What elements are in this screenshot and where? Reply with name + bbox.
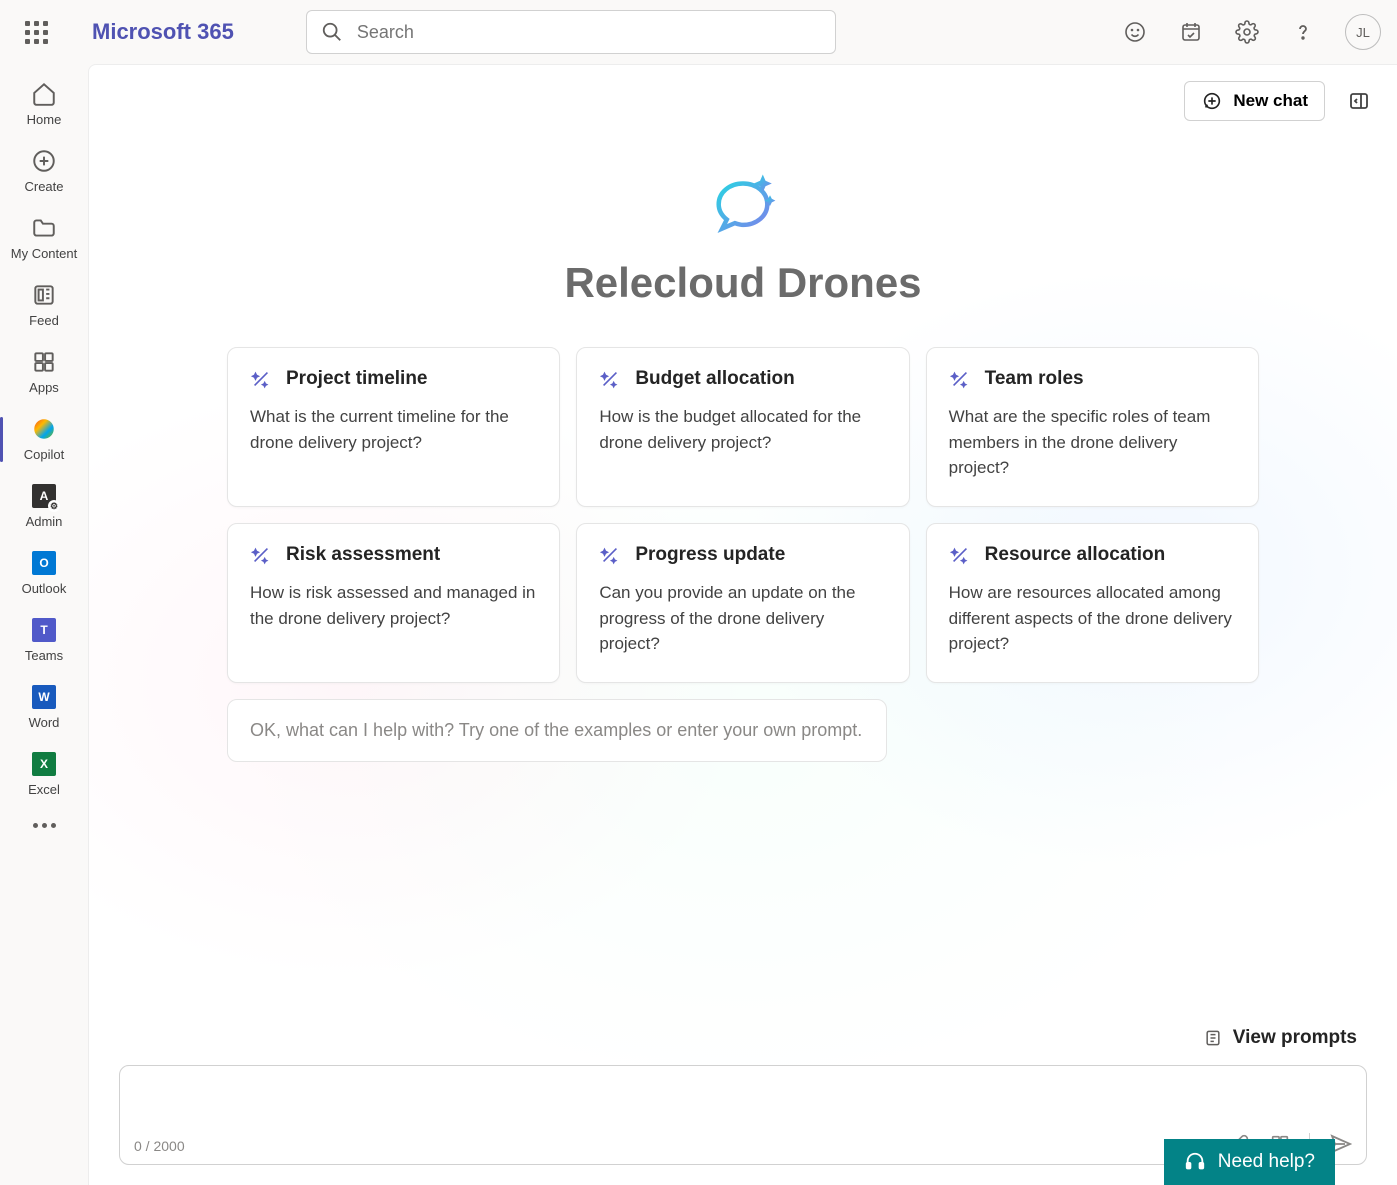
card-body: How is risk assessed and managed in the …: [250, 580, 537, 631]
teams-icon: T: [30, 616, 58, 644]
create-icon: [30, 147, 58, 175]
wand-icon: [599, 368, 621, 390]
prompt-cards-grid: Project timeline What is the current tim…: [203, 307, 1283, 683]
prompt-card[interactable]: Team roles What are the specific roles o…: [926, 347, 1259, 507]
sidebar-item-word[interactable]: W Word: [4, 675, 84, 740]
sidebar-item-label: Copilot: [24, 447, 64, 462]
wand-icon: [250, 368, 272, 390]
card-title: Team roles: [985, 368, 1084, 390]
view-prompts-button[interactable]: View prompts: [1203, 1021, 1357, 1055]
search-input[interactable]: [357, 22, 821, 43]
card-title: Resource allocation: [985, 544, 1166, 566]
settings-gear-icon[interactable]: [1225, 10, 1269, 54]
card-title: Progress update: [635, 544, 785, 566]
folder-icon: [30, 214, 58, 242]
card-body: What are the specific roles of team memb…: [949, 404, 1236, 481]
admin-icon: A⚙: [30, 482, 58, 510]
copilot-icon: [30, 415, 58, 443]
copilot-chat-icon: [698, 161, 788, 251]
sidebar-item-label: Outlook: [22, 581, 67, 596]
helper-row: OK, what can I help with? Try one of the…: [203, 699, 1283, 762]
sidebar-item-apps[interactable]: Apps: [4, 340, 84, 405]
view-prompts-label: View prompts: [1233, 1027, 1357, 1049]
prompt-card[interactable]: Budget allocation How is the budget allo…: [576, 347, 909, 507]
sidebar: Home Create My Content Feed Apps: [0, 64, 88, 1185]
word-icon: W: [30, 683, 58, 711]
brand-title[interactable]: Microsoft 365: [92, 19, 234, 45]
search-box[interactable]: [306, 10, 836, 54]
excel-icon: X: [30, 750, 58, 778]
need-help-label: Need help?: [1218, 1151, 1315, 1173]
app-launcher-icon[interactable]: [16, 12, 56, 52]
wand-icon: [949, 368, 971, 390]
emoji-icon[interactable]: [1113, 10, 1157, 54]
page-title: Relecloud Drones: [564, 259, 921, 307]
sidebar-item-label: Excel: [28, 782, 60, 797]
prompt-card[interactable]: Risk assessment How is risk assessed and…: [227, 523, 560, 683]
card-body: Can you provide an update on the progres…: [599, 580, 886, 657]
home-icon: [30, 80, 58, 108]
avatar[interactable]: JL: [1345, 14, 1381, 50]
card-body: How are resources allocated among differ…: [949, 580, 1236, 657]
hero: Relecloud Drones: [89, 121, 1397, 307]
headset-icon: [1184, 1151, 1206, 1173]
wand-icon: [949, 544, 971, 566]
need-help-button[interactable]: Need help?: [1164, 1139, 1335, 1185]
sidebar-item-home[interactable]: Home: [4, 72, 84, 137]
tasks-icon[interactable]: [1169, 10, 1213, 54]
new-chat-label: New chat: [1233, 91, 1308, 111]
help-icon[interactable]: [1281, 10, 1325, 54]
card-body: What is the current timeline for the dro…: [250, 404, 537, 455]
prompt-card[interactable]: Resource allocation How are resources al…: [926, 523, 1259, 683]
sidebar-item-feed[interactable]: Feed: [4, 273, 84, 338]
search-icon: [321, 21, 343, 43]
sidebar-item-create[interactable]: Create: [4, 139, 84, 204]
helper-text: OK, what can I help with? Try one of the…: [227, 699, 887, 762]
sidebar-item-mycontent[interactable]: My Content: [4, 206, 84, 271]
wand-icon: [599, 544, 621, 566]
new-chat-icon: [1201, 90, 1223, 112]
prompts-icon: [1203, 1028, 1223, 1048]
wand-icon: [250, 544, 272, 566]
sidebar-item-label: Home: [27, 112, 62, 127]
card-body: How is the budget allocated for the dron…: [599, 404, 886, 455]
new-chat-button[interactable]: New chat: [1184, 81, 1325, 121]
sidebar-item-label: My Content: [11, 246, 77, 261]
card-title: Risk assessment: [286, 544, 440, 566]
prompt-card[interactable]: Progress update Can you provide an updat…: [576, 523, 909, 683]
main-content: New chat Relecloud Drones: [88, 64, 1397, 1185]
char-counter: 0 / 2000: [134, 1138, 185, 1154]
outlook-icon: O: [30, 549, 58, 577]
sidebar-item-teams[interactable]: T Teams: [4, 608, 84, 673]
sidebar-item-label: Feed: [29, 313, 59, 328]
topbar: New chat: [89, 65, 1397, 121]
sidebar-item-label: Create: [24, 179, 63, 194]
sidebar-item-label: Teams: [25, 648, 63, 663]
sidebar-item-copilot[interactable]: Copilot: [4, 407, 84, 472]
prompt-card[interactable]: Project timeline What is the current tim…: [227, 347, 560, 507]
sidebar-item-admin[interactable]: A⚙ Admin: [4, 474, 84, 539]
sidebar-item-label: Word: [29, 715, 60, 730]
apps-icon: [30, 348, 58, 376]
sidebar-item-excel[interactable]: X Excel: [4, 742, 84, 807]
panel-collapse-icon[interactable]: [1341, 83, 1377, 119]
sidebar-item-label: Apps: [29, 380, 59, 395]
sidebar-item-outlook[interactable]: O Outlook: [4, 541, 84, 606]
sidebar-more-icon[interactable]: [33, 809, 56, 842]
card-title: Project timeline: [286, 368, 428, 390]
feed-icon: [30, 281, 58, 309]
sidebar-item-label: Admin: [26, 514, 63, 529]
card-title: Budget allocation: [635, 368, 794, 390]
header: Microsoft 365 JL: [0, 0, 1397, 64]
